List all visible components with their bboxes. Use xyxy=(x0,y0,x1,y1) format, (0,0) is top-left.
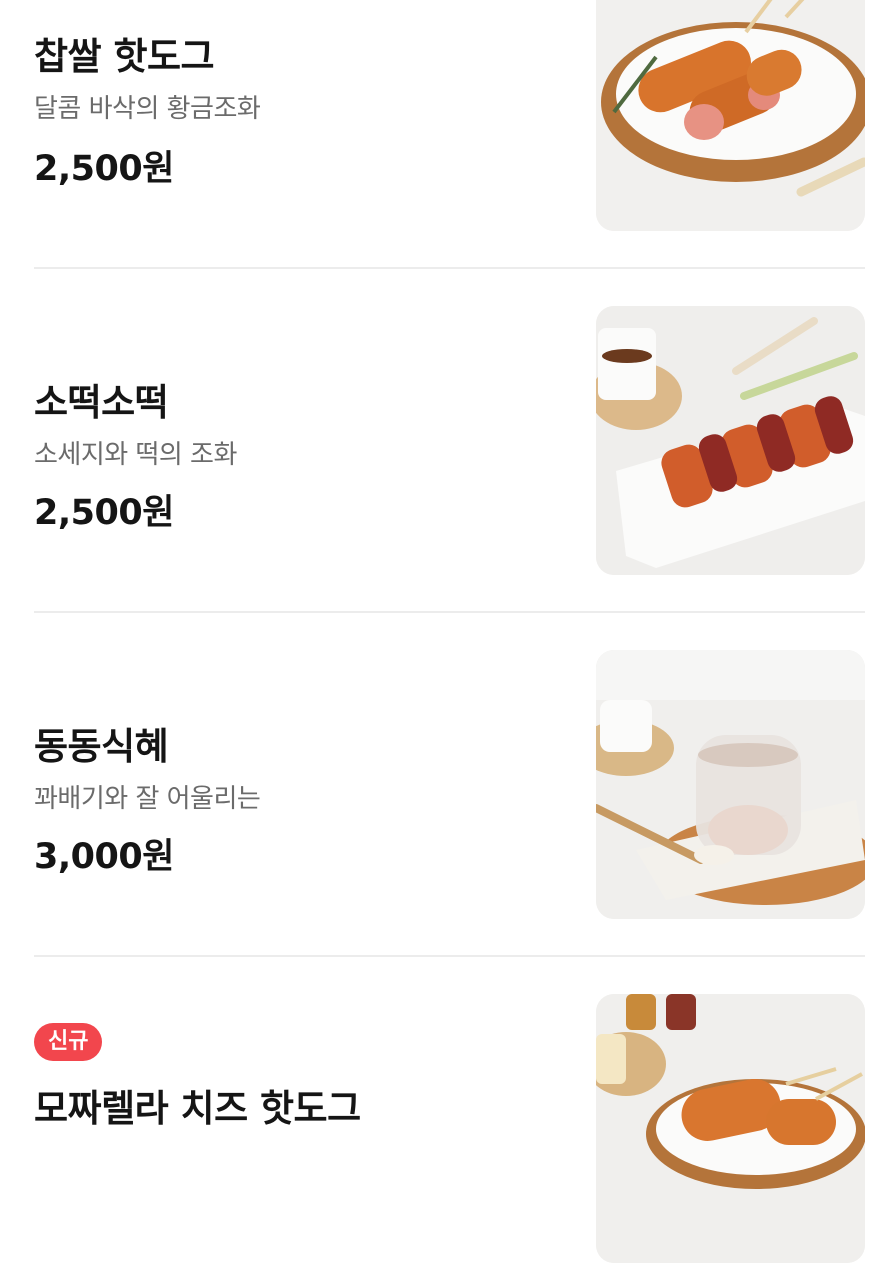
menu-item-name: 동동식혜 xyxy=(34,725,169,768)
menu-item[interactable]: 동동식혜 꽈배기와 잘 어울리는 3,000원 xyxy=(34,650,865,919)
menu-item[interactable]: 신규 모짜렐라 치즈 핫도그 xyxy=(34,994,865,1263)
mozzarella-hotdog-photo xyxy=(596,994,865,1263)
sotteok-photo xyxy=(596,306,865,575)
rice-hotdog-photo xyxy=(596,0,865,231)
menu-item[interactable]: 찹쌀 핫도그 달콤 바삭의 황금조화 2,500원 xyxy=(34,0,865,268)
menu-item-name: 소떡소떡 xyxy=(34,381,169,424)
divider xyxy=(34,611,865,613)
menu-item-description: 꽈배기와 잘 어울리는 xyxy=(34,784,261,814)
menu-item-description: 소세지와 떡의 조화 xyxy=(34,440,237,470)
menu-item-price: 3,000원 xyxy=(34,837,174,877)
menu-item-name: 모짜렐라 치즈 핫도그 xyxy=(34,1087,361,1130)
menu-item-description: 달콤 바삭의 황금조화 xyxy=(34,94,261,124)
divider xyxy=(34,267,865,269)
new-badge: 신규 xyxy=(34,1023,103,1061)
menu-item-price: 2,500원 xyxy=(34,493,174,533)
menu-item[interactable]: 소떡소떡 소세지와 떡의 조화 2,500원 xyxy=(34,306,865,575)
menu-item-price: 2,500원 xyxy=(34,149,174,189)
sikhye-photo xyxy=(596,650,865,919)
divider xyxy=(34,955,865,957)
menu-item-name: 찹쌀 핫도그 xyxy=(34,35,215,78)
